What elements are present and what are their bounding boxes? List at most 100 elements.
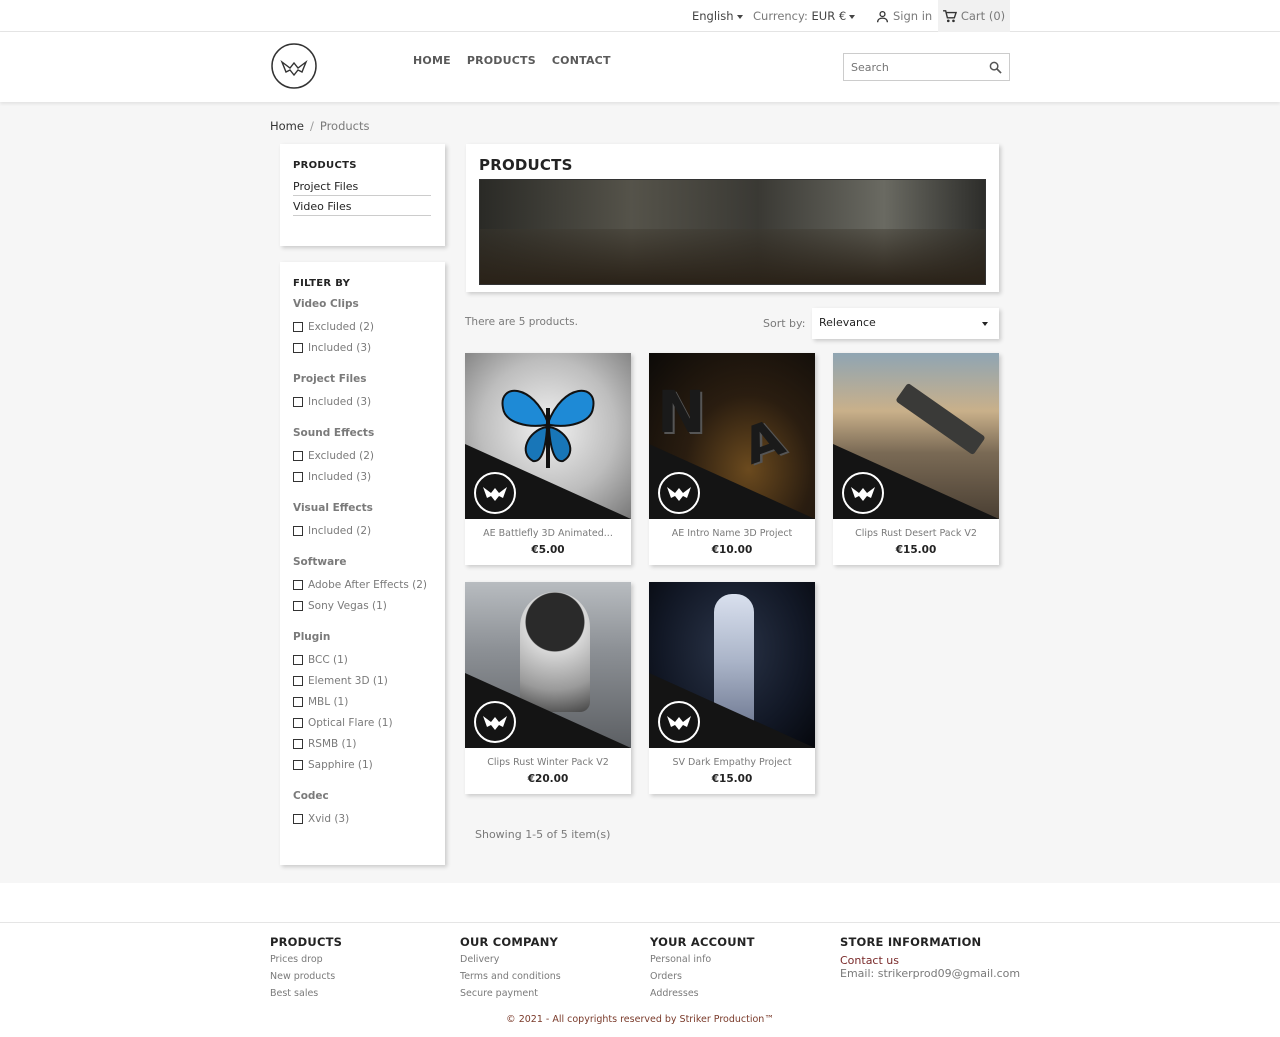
brand-badge-icon — [842, 472, 884, 514]
product-name[interactable]: SV Dark Empathy Project — [649, 757, 815, 768]
sort-value: Relevance — [819, 316, 876, 329]
footer-link[interactable]: Prices drop — [270, 954, 342, 971]
filter-option[interactable]: Excluded (2) — [293, 445, 432, 466]
product-name[interactable]: Clips Rust Winter Pack V2 — [465, 757, 631, 768]
copyright-text[interactable]: © 2021 - All copyrights reserved by Stri… — [0, 1014, 1280, 1025]
product-thumbnail[interactable] — [465, 353, 631, 519]
checkbox[interactable] — [293, 600, 303, 611]
footer-link[interactable]: Secure payment — [460, 988, 561, 1005]
checkbox[interactable] — [293, 321, 303, 332]
filter-option[interactable]: Included (3) — [293, 337, 432, 358]
filter-group-title: Project Files — [293, 373, 367, 385]
filter-option[interactable]: Included (3) — [293, 466, 432, 487]
filter-option[interactable]: BCC (1) — [293, 649, 432, 670]
product-card[interactable]: SV Dark Empathy Project €15.00 — [649, 582, 815, 794]
checkbox[interactable] — [293, 471, 303, 482]
filter-option[interactable]: Adobe After Effects (2) — [293, 574, 432, 595]
chevron-down-icon — [849, 14, 856, 19]
filter-option-label: Included (3) — [308, 470, 372, 483]
product-thumbnail[interactable] — [649, 582, 815, 748]
product-card[interactable]: Clips Rust Desert Pack V2 €15.00 — [833, 353, 999, 565]
footer-column-title: OUR COMPANY — [460, 935, 559, 949]
currency-selector[interactable]: Currency: EUR € — [753, 0, 856, 32]
site-logo[interactable] — [270, 42, 318, 90]
product-card[interactable]: Clips Rust Winter Pack V2 €20.00 — [465, 582, 631, 794]
product-card[interactable]: N A AE Intro Name 3D Project €10.00 — [649, 353, 815, 565]
filter-group-video-clips: Video Clips Excluded (2) Included (3) — [293, 298, 432, 358]
currency-label: Currency: — [753, 9, 808, 23]
footer-link[interactable]: Best sales — [270, 988, 342, 1005]
checkbox[interactable] — [293, 342, 303, 353]
language-selector[interactable]: English — [692, 0, 743, 32]
filter-option-label: Included (2) — [308, 524, 372, 537]
filter-option-label: Sapphire (1) — [308, 758, 373, 771]
filter-option[interactable]: Sapphire (1) — [293, 754, 432, 775]
filter-option-label: Excluded (2) — [308, 320, 375, 333]
category-header: PRODUCTS — [466, 144, 999, 292]
main-content: Home / Products PRODUCTS Project Files Vid… — [0, 102, 1280, 883]
footer-link[interactable]: Personal info — [650, 954, 755, 971]
breadcrumb: Home / Products — [270, 119, 370, 133]
checkbox[interactable] — [293, 579, 303, 590]
filter-option[interactable]: Element 3D (1) — [293, 670, 432, 691]
filter-option[interactable]: Included (3) — [293, 391, 432, 412]
checkbox[interactable] — [293, 654, 303, 665]
category-panel: PRODUCTS Project Files Video Files — [280, 144, 445, 246]
chevron-down-icon — [982, 322, 988, 326]
filter-option[interactable]: Optical Flare (1) — [293, 712, 432, 733]
nav-products[interactable]: PRODUCTS — [467, 54, 536, 67]
store-email[interactable]: Email: strikerprod09@gmail.com — [840, 967, 1020, 980]
footer-link[interactable]: Addresses — [650, 988, 755, 1005]
product-thumbnail[interactable] — [833, 353, 999, 519]
footer-link[interactable]: Terms and conditions — [460, 971, 561, 988]
checkbox[interactable] — [293, 759, 303, 770]
product-card[interactable]: AE Battlefly 3D Animated... €5.00 — [465, 353, 631, 565]
filter-option-label: MBL (1) — [308, 695, 349, 708]
product-name[interactable]: Clips Rust Desert Pack V2 — [833, 528, 999, 539]
footer-products-column: PRODUCTS Prices drop New products Best s… — [270, 935, 342, 1005]
chevron-down-icon — [736, 14, 743, 19]
checkbox[interactable] — [293, 525, 303, 536]
search-icon[interactable] — [989, 61, 1002, 74]
breadcrumb-home[interactable]: Home — [270, 119, 304, 133]
filter-option[interactable]: Xvid (3) — [293, 808, 432, 829]
site-header: HOME PRODUCTS CONTACT — [0, 32, 1280, 102]
filter-option[interactable]: Excluded (2) — [293, 316, 432, 337]
sort-select[interactable]: Relevance — [812, 308, 999, 339]
footer-link[interactable]: New products — [270, 971, 342, 988]
product-name[interactable]: AE Battlefly 3D Animated... — [465, 528, 631, 539]
site-footer: PRODUCTS Prices drop New products Best s… — [0, 922, 1280, 1037]
sign-in-link[interactable]: Sign in — [876, 0, 932, 32]
category-video-files[interactable]: Video Files — [293, 200, 431, 216]
search-input[interactable] — [844, 54, 979, 80]
category-project-files[interactable]: Project Files — [293, 180, 431, 196]
filter-group-title: Video Clips — [293, 298, 359, 310]
product-name[interactable]: AE Intro Name 3D Project — [649, 528, 815, 539]
filter-option[interactable]: RSMB (1) — [293, 733, 432, 754]
footer-store-column: STORE INFORMATION Contact us Email: stri… — [840, 935, 1020, 980]
nav-contact[interactable]: CONTACT — [552, 54, 611, 67]
sort-label: Sort by: — [763, 317, 806, 330]
filter-option[interactable]: Included (2) — [293, 520, 432, 541]
filter-option[interactable]: MBL (1) — [293, 691, 432, 712]
nav-home[interactable]: HOME — [413, 54, 451, 67]
footer-link[interactable]: Delivery — [460, 954, 561, 971]
filter-group-title: Plugin — [293, 631, 331, 643]
checkbox[interactable] — [293, 696, 303, 707]
cart-button[interactable]: Cart (0) — [938, 0, 1010, 32]
contact-us-link[interactable]: Contact us — [840, 954, 1020, 967]
checkbox[interactable] — [293, 738, 303, 749]
filter-option-label: RSMB (1) — [308, 737, 357, 750]
checkbox[interactable] — [293, 396, 303, 407]
product-price: €15.00 — [895, 544, 937, 556]
checkbox[interactable] — [293, 675, 303, 686]
filter-option[interactable]: Sony Vegas (1) — [293, 595, 432, 616]
product-thumbnail[interactable] — [465, 582, 631, 748]
product-thumbnail[interactable]: N A — [649, 353, 815, 519]
checkbox[interactable] — [293, 813, 303, 824]
checkbox[interactable] — [293, 717, 303, 728]
brand-badge-icon — [474, 701, 516, 743]
checkbox[interactable] — [293, 450, 303, 461]
footer-link[interactable]: Orders — [650, 971, 755, 988]
category-banner-image — [479, 179, 986, 285]
